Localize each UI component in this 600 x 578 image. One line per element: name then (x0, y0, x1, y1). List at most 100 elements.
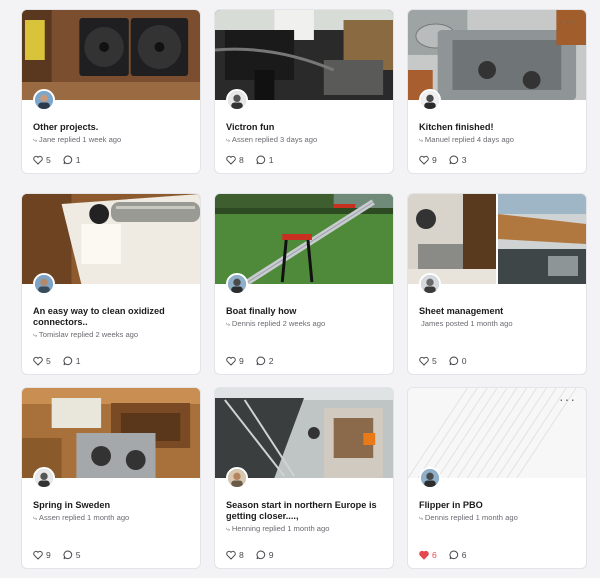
post-meta: James posted 1 month ago (421, 319, 513, 328)
like-count: 9 (432, 155, 437, 165)
avatar[interactable] (33, 89, 55, 111)
like-button[interactable]: 9 (419, 155, 437, 165)
like-button[interactable]: 9 (226, 356, 244, 366)
reply-count-button[interactable]: 9 (256, 550, 274, 560)
post-stats: 9 5 (33, 550, 81, 560)
reply-count-button[interactable]: 3 (449, 155, 467, 165)
comment-icon (256, 550, 265, 560)
like-button[interactable]: 5 (419, 356, 437, 366)
avatar[interactable] (33, 467, 55, 489)
reply-count-button[interactable]: 0 (449, 356, 467, 366)
post-thumbnail[interactable] (408, 194, 586, 284)
post-card[interactable]: An easy way to clean oxidized connectors… (21, 193, 201, 375)
avatar[interactable] (419, 467, 441, 489)
like-count: 8 (239, 155, 244, 165)
reply-count: 9 (268, 550, 274, 560)
reply-count-button[interactable]: 1 (63, 155, 81, 165)
post-card[interactable]: Spring in Sweden ⤷ Assen replied 1 month … (21, 387, 201, 569)
post-card[interactable]: Sheet management James posted 1 month ag… (407, 193, 587, 375)
post-title[interactable]: Kitchen finished! (419, 122, 578, 133)
heart-icon (33, 356, 43, 366)
reply-count-button[interactable]: 5 (63, 550, 81, 560)
post-card[interactable]: ··· Flipper in PBO ⤷ Dennis replied 1 mon… (407, 387, 587, 569)
reply-count-button[interactable]: 6 (449, 550, 467, 560)
post-stats: 9 3 (419, 155, 467, 165)
post-card[interactable]: Boat finally how ⤷ Dennis replied 2 weeks… (214, 193, 394, 375)
comment-icon (449, 550, 458, 560)
post-image[interactable] (408, 194, 496, 284)
heart-icon (419, 550, 429, 560)
post-title[interactable]: Sheet management (419, 306, 578, 317)
post-meta: ⤷ Tomislav replied 2 weeks ago (33, 330, 139, 339)
reply-arrow-icon: ⤷ (33, 137, 37, 144)
post-title[interactable]: An easy way to clean oxidized connectors… (33, 306, 192, 328)
reply-count: 3 (461, 155, 467, 165)
post-title[interactable]: Flipper in PBO (419, 500, 578, 511)
heart-icon (33, 550, 43, 560)
like-count: 6 (432, 550, 437, 560)
post-thumbnail[interactable] (215, 388, 393, 478)
comment-icon (63, 550, 72, 560)
post-stats: 6 6 (419, 550, 467, 560)
avatar[interactable] (226, 273, 248, 295)
like-count: 5 (432, 356, 437, 366)
avatar[interactable] (33, 273, 55, 295)
reply-count-button[interactable]: 1 (256, 155, 274, 165)
avatar[interactable] (419, 273, 441, 295)
post-card[interactable]: Other projects. ⤷ Jane replied 1 week ago… (21, 9, 201, 174)
like-button[interactable]: 5 (33, 356, 51, 366)
post-card[interactable]: Season start in northern Europe is getti… (214, 387, 394, 569)
reply-count: 1 (75, 356, 81, 366)
post-title[interactable]: Spring in Sweden (33, 500, 192, 511)
post-meta: ⤷ Henning replied 1 month ago (226, 524, 330, 533)
avatar[interactable] (226, 89, 248, 111)
comment-icon (449, 155, 458, 165)
reply-count: 5 (75, 550, 81, 560)
avatar[interactable] (419, 89, 441, 111)
post-title[interactable]: Other projects. (33, 122, 192, 133)
post-meta: ⤷ Manuel replied 4 days ago (419, 135, 514, 144)
like-button[interactable]: 8 (226, 155, 244, 165)
post-stats: 5 1 (33, 356, 81, 366)
reply-arrow-icon: ⤷ (419, 137, 423, 144)
comment-icon (449, 356, 458, 366)
reply-arrow-icon: ⤷ (419, 515, 423, 522)
post-thumbnail[interactable]: ··· (408, 388, 586, 478)
reply-arrow-icon: ⤷ (226, 526, 230, 533)
like-button[interactable]: 5 (33, 155, 51, 165)
post-title[interactable]: Victron fun (226, 122, 385, 133)
post-thumbnail[interactable] (215, 10, 393, 100)
like-count: 8 (239, 550, 244, 560)
like-button[interactable]: 9 (33, 550, 51, 560)
post-stats: 9 2 (226, 356, 274, 366)
comment-icon (256, 356, 265, 366)
post-image[interactable] (498, 194, 586, 284)
post-title[interactable]: Boat finally how (226, 306, 385, 317)
like-count: 9 (239, 356, 244, 366)
like-button[interactable]: 6 (419, 550, 437, 560)
post-thumbnail[interactable] (22, 388, 200, 478)
post-meta: ⤷ Jane replied 1 week ago (33, 135, 122, 144)
post-meta: ⤷ Assen replied 1 month ago (33, 513, 130, 522)
comment-icon (63, 155, 72, 165)
post-thumbnail[interactable]: ··· (408, 10, 586, 100)
heart-icon (226, 155, 236, 165)
reply-count: 1 (268, 155, 274, 165)
post-card[interactable]: Victron fun ⤷ Assen replied 3 days ago 8 … (214, 9, 394, 174)
post-thumbnail[interactable] (215, 194, 393, 284)
reply-count-button[interactable]: 2 (256, 356, 274, 366)
avatar[interactable] (226, 467, 248, 489)
post-title[interactable]: Season start in northern Europe is getti… (226, 500, 385, 522)
more-dots-icon[interactable]: ··· (559, 14, 576, 28)
reply-count-button[interactable]: 1 (63, 356, 81, 366)
more-dots-icon[interactable]: ··· (559, 392, 576, 406)
post-stats: 5 0 (419, 356, 467, 366)
post-thumbnail[interactable] (22, 194, 200, 284)
reply-arrow-icon: ⤷ (226, 321, 230, 328)
reply-count: 1 (75, 155, 81, 165)
post-thumbnail[interactable] (22, 10, 200, 100)
like-count: 5 (46, 155, 51, 165)
post-card[interactable]: ··· Kitchen finished! ⤷ Manuel replied 4 … (407, 9, 587, 174)
like-button[interactable]: 8 (226, 550, 244, 560)
post-meta: ⤷ Dennis replied 1 month ago (419, 513, 518, 522)
